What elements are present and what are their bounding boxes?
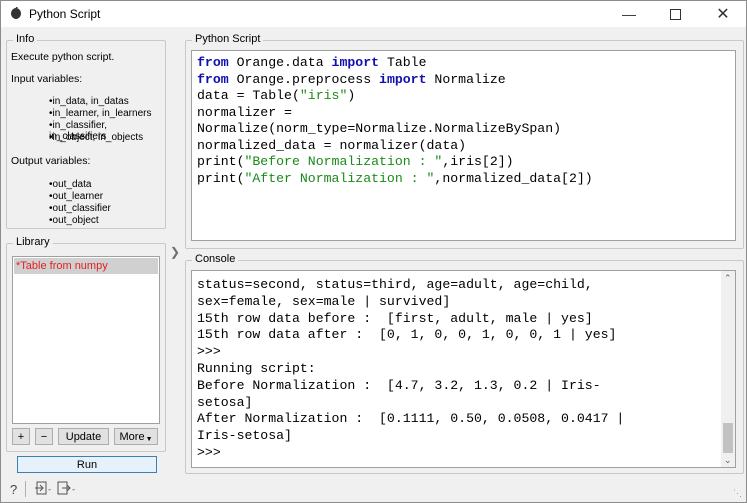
console-heading: Console bbox=[192, 253, 239, 265]
console-line: >>> bbox=[197, 344, 221, 360]
orange-app-icon bbox=[9, 6, 23, 21]
output-data-icon[interactable]: - bbox=[56, 480, 78, 499]
maximize-icon bbox=[669, 8, 681, 20]
code-line: normalizer = bbox=[197, 104, 292, 120]
info-heading: Info bbox=[13, 33, 38, 45]
minimize-icon: — bbox=[622, 6, 636, 22]
console-line: After Normalization : [0.1111, 0.50, 0.0… bbox=[197, 411, 625, 427]
python-script-heading: Python Script bbox=[192, 33, 264, 45]
library-item-table-from-numpy[interactable]: *Table from numpy bbox=[14, 258, 158, 274]
code-line: data = Table("iris") bbox=[197, 88, 356, 103]
status-divider bbox=[25, 481, 26, 497]
close-button[interactable]: ✕ bbox=[700, 1, 746, 27]
input-data-icon[interactable]: - bbox=[34, 480, 54, 499]
console-line: Before Normalization : [4.7, 3.2, 1.3, 0… bbox=[197, 377, 601, 393]
scroll-up-icon[interactable]: ⌃ bbox=[724, 273, 732, 284]
code-line: from Orange.data import Table bbox=[197, 55, 427, 70]
collapse-chevron-icon[interactable]: ❯ bbox=[170, 245, 180, 259]
minimize-button[interactable]: — bbox=[606, 1, 652, 27]
output-variable-item: •out_object bbox=[49, 215, 99, 226]
update-button[interactable]: Update bbox=[58, 428, 109, 445]
output-variable-item: •out_classifier bbox=[49, 203, 111, 214]
resize-grip-icon[interactable]: ⋱ bbox=[733, 488, 742, 499]
input-variables-heading: Input variables: bbox=[11, 73, 83, 85]
add-script-button[interactable]: + bbox=[12, 428, 30, 445]
maximize-button[interactable] bbox=[652, 1, 698, 27]
code-line: normalized_data = normalizer(data) bbox=[197, 137, 467, 153]
console-output[interactable]: status=second, status=third, age=adult, … bbox=[191, 270, 736, 468]
console-line: 15th row data after : [0, 1, 0, 0, 1, 0,… bbox=[197, 327, 617, 343]
input-variable-item: •in_learner, in_learners bbox=[49, 108, 152, 119]
console-line: >>> bbox=[197, 444, 221, 460]
input-variable-item: •in_object, in_objects bbox=[49, 132, 144, 143]
status-bar: ? - - ⋱ bbox=[1, 478, 746, 502]
window-title: Python Script bbox=[29, 7, 101, 21]
remove-script-button[interactable]: − bbox=[35, 428, 53, 445]
output-variable-item: •out_learner bbox=[49, 191, 104, 202]
console-line: status=second, status=third, age=adult, … bbox=[197, 277, 593, 292]
output-variables-heading: Output variables: bbox=[11, 155, 91, 167]
code-line: Normalize(norm_type=Normalize.NormalizeB… bbox=[197, 121, 562, 136]
run-button[interactable]: Run bbox=[17, 456, 157, 473]
python-script-group: Python Script from Orange.data import Ta… bbox=[185, 33, 744, 249]
console-line: 15th row data before : [first, adult, ma… bbox=[197, 310, 593, 326]
code-line: print("Before Normalization : ",iris[2]) bbox=[197, 154, 514, 169]
more-button[interactable]: More ▼ bbox=[114, 428, 158, 445]
input-variable-item: •in_data, in_datas bbox=[49, 96, 129, 107]
svg-text:-: - bbox=[72, 485, 75, 495]
library-group: Library *Table from numpy + − Update Mor… bbox=[6, 236, 166, 452]
console-line: Running script: bbox=[197, 360, 316, 376]
script-editor[interactable]: from Orange.data import Table from Orange… bbox=[191, 50, 736, 241]
console-line: sex=female, sex=male | survived] bbox=[197, 293, 451, 309]
python-script-window: Python Script — ✕ Info Execute python sc… bbox=[0, 0, 747, 503]
output-variable-item: •out_data bbox=[49, 179, 92, 190]
console-scrollbar[interactable]: ⌃ ⌄ bbox=[721, 271, 735, 467]
console-line: Iris-setosa] bbox=[197, 428, 292, 444]
title-bar: Python Script — ✕ bbox=[1, 1, 746, 27]
console-line: setosa] bbox=[197, 394, 253, 410]
scrollbar-thumb[interactable] bbox=[723, 423, 733, 453]
code-line: from Orange.preprocess import Normalize bbox=[197, 71, 506, 87]
library-list[interactable]: *Table from numpy bbox=[12, 256, 160, 424]
library-heading: Library bbox=[13, 236, 53, 248]
info-description: Execute python script. bbox=[11, 51, 115, 63]
code-line: print("After Normalization : ",normalize… bbox=[197, 170, 593, 186]
console-group: Console status=second, status=third, age… bbox=[185, 253, 744, 474]
help-icon[interactable]: ? bbox=[10, 482, 17, 497]
info-group: Info Execute python script. Input variab… bbox=[6, 33, 166, 229]
close-icon: ✕ bbox=[716, 6, 730, 23]
scroll-down-icon[interactable]: ⌄ bbox=[724, 455, 732, 466]
svg-text:-: - bbox=[48, 485, 51, 495]
more-dropdown-icon: ▼ bbox=[145, 435, 153, 443]
